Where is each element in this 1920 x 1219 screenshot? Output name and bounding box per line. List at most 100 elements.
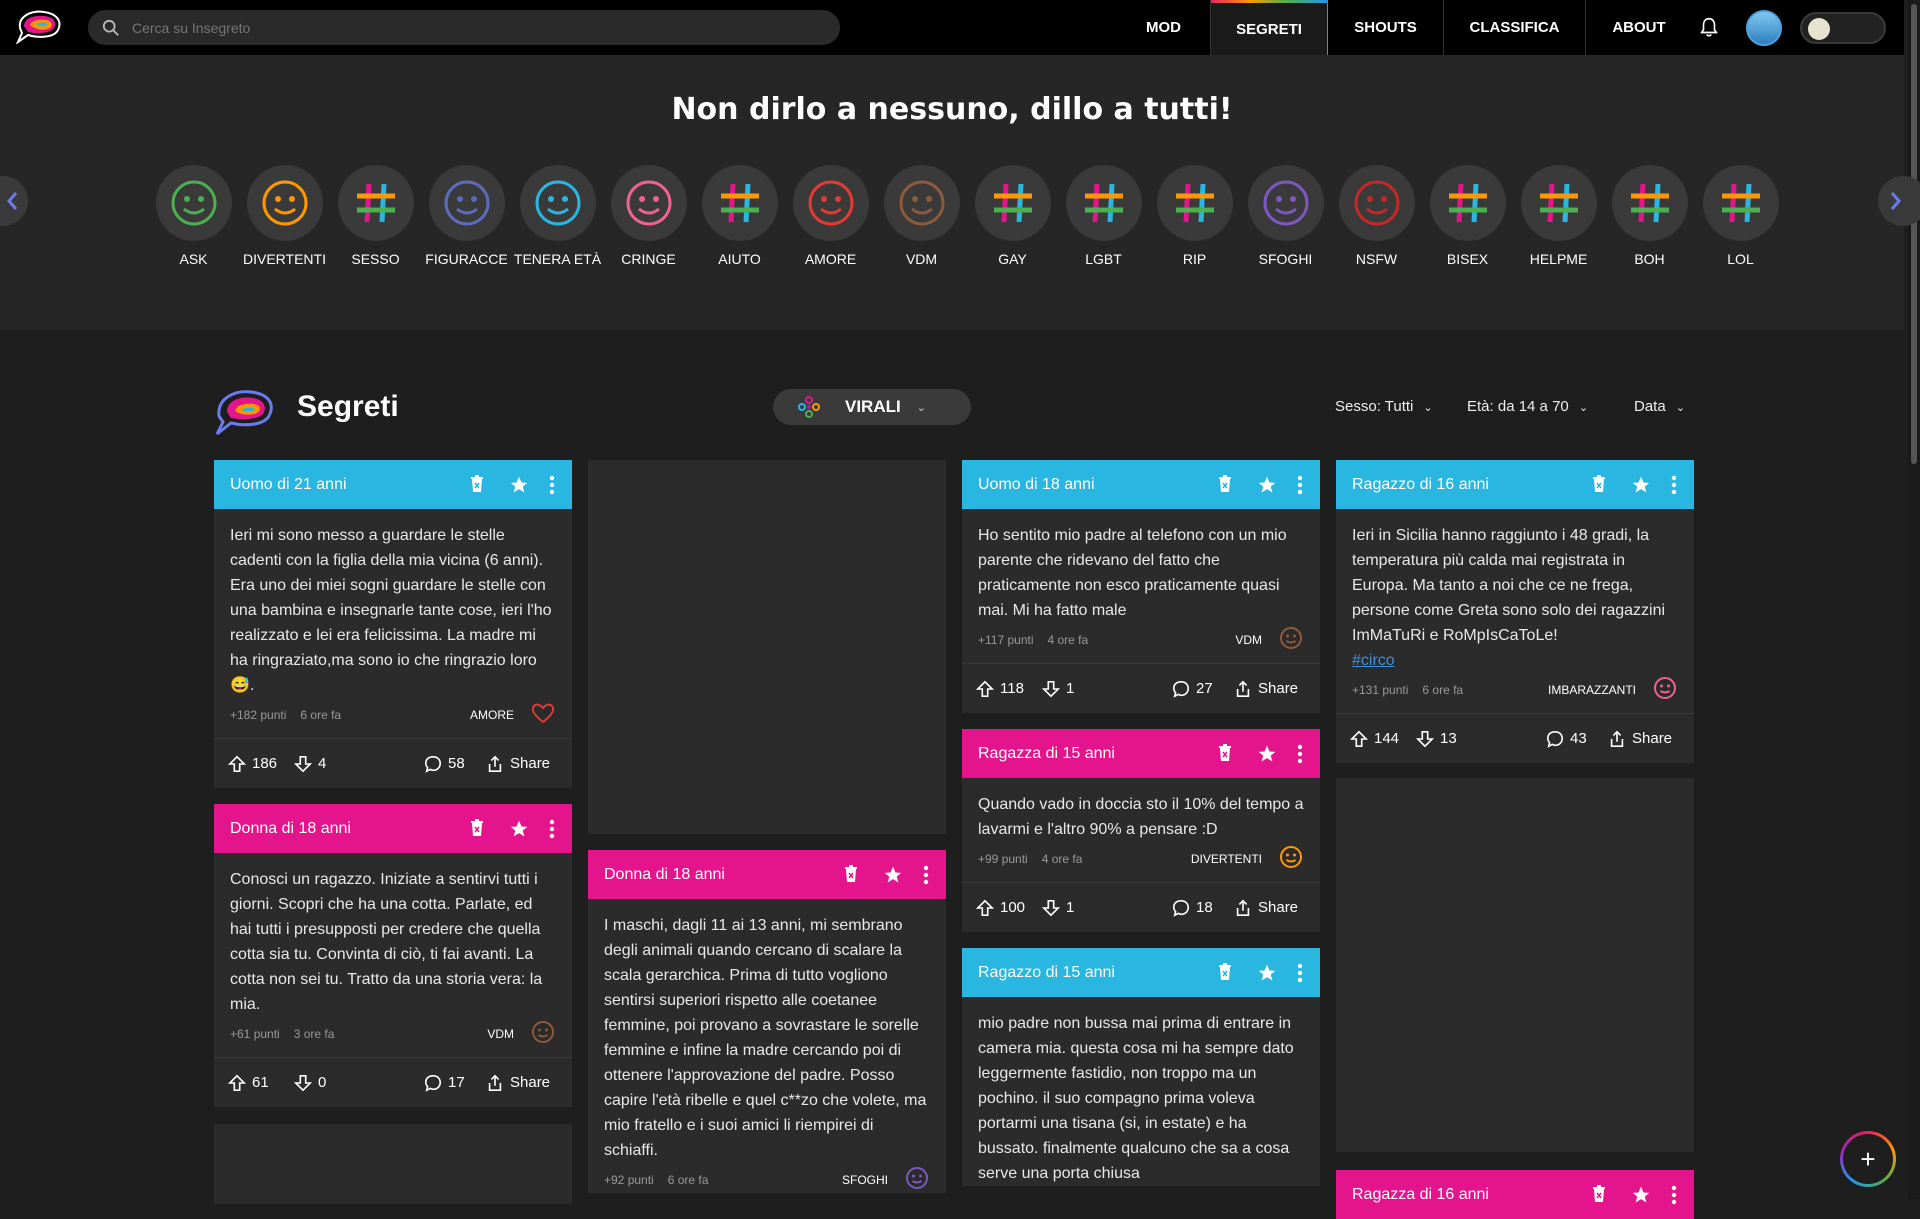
star-icon[interactable] <box>509 819 529 839</box>
more-options-icon[interactable] <box>1297 744 1303 764</box>
more-options-icon[interactable] <box>1297 475 1303 495</box>
nav-segreti[interactable]: SEGRETI <box>1211 0 1328 55</box>
delete-icon[interactable] <box>1217 475 1237 495</box>
post-text-content: Conosci un ragazzo. Iniziate a sentirvi … <box>230 871 543 1013</box>
upvote-button[interactable]: 186 <box>228 755 277 773</box>
nav-mod[interactable]: MOD <box>1117 0 1211 55</box>
category-nsfw[interactable]: NSFW <box>1331 165 1422 267</box>
comments-button[interactable]: 27 <box>1172 680 1213 698</box>
delete-icon[interactable] <box>1591 1185 1611 1205</box>
star-icon[interactable] <box>1257 963 1277 983</box>
share-button[interactable]: Share <box>486 1074 550 1092</box>
filter-sesso[interactable]: Sesso: Tutti ⌄ <box>1335 398 1433 415</box>
post-category[interactable]: VDM <box>487 1027 514 1041</box>
post-category[interactable]: SFOGHI <box>842 1173 888 1187</box>
filter-eta[interactable]: Età: da 14 a 70 ⌄ <box>1467 398 1588 415</box>
more-options-icon[interactable] <box>549 475 555 495</box>
comments-button[interactable]: 43 <box>1546 730 1587 748</box>
upvote-button[interactable]: 118 <box>976 680 1024 698</box>
nav-classifica[interactable]: CLASSIFICA <box>1444 0 1586 55</box>
category-boh[interactable]: BOH <box>1604 165 1695 267</box>
share-button[interactable]: Share <box>1234 899 1298 917</box>
carousel-prev-button[interactable] <box>0 176 28 226</box>
share-button[interactable]: Share <box>486 755 550 773</box>
star-icon[interactable] <box>1257 744 1277 764</box>
comments-button[interactable]: 58 <box>424 755 465 773</box>
category-vdm[interactable]: VDM <box>876 165 967 267</box>
search-input[interactable] <box>132 19 812 36</box>
post-category[interactable]: AMORE <box>470 708 514 722</box>
more-options-icon[interactable] <box>1671 1185 1677 1205</box>
share-button[interactable]: Share <box>1608 730 1672 748</box>
category-helpme[interactable]: HELPME <box>1513 165 1604 267</box>
comments-button[interactable]: 17 <box>424 1074 465 1092</box>
category-lol[interactable]: LOL <box>1695 165 1786 267</box>
hashtag-link[interactable]: #circo <box>1352 652 1395 669</box>
category-lgbt[interactable]: LGBT <box>1058 165 1149 267</box>
star-icon[interactable] <box>1631 1185 1651 1205</box>
delete-icon[interactable] <box>1217 963 1237 983</box>
delete-icon[interactable] <box>1217 744 1237 764</box>
search-icon <box>102 19 119 36</box>
nav-shouts[interactable]: SHOUTS <box>1328 0 1444 55</box>
post-category[interactable]: DIVERTENTI <box>1191 852 1262 866</box>
carousel-next-button[interactable] <box>1878 176 1920 226</box>
category-rip[interactable]: RIP <box>1149 165 1240 267</box>
filter-data[interactable]: Data ⌄ <box>1634 398 1685 415</box>
downvote-button[interactable]: 0 <box>294 1074 326 1092</box>
category-sfoghi[interactable]: SFOGHI <box>1240 165 1331 267</box>
top-bar: MOD SEGRETI SHOUTS CLASSIFICA ABOUT <box>0 0 1904 55</box>
post-points: +131 punti <box>1352 683 1409 697</box>
post-points: +117 punti <box>978 633 1034 647</box>
star-icon[interactable] <box>1631 475 1651 495</box>
avatar[interactable] <box>1746 10 1782 46</box>
star-icon[interactable] <box>883 865 903 885</box>
theme-toggle[interactable] <box>1800 12 1886 44</box>
category-amore[interactable]: AMORE <box>785 165 876 267</box>
post-meta: +182 punti 6 ore fa AMORE <box>214 698 572 728</box>
delete-icon[interactable] <box>469 475 489 495</box>
nav-about[interactable]: ABOUT <box>1586 0 1692 55</box>
star-icon[interactable] <box>1257 475 1277 495</box>
search-bar[interactable] <box>88 10 840 45</box>
delete-icon[interactable] <box>1591 475 1611 495</box>
downvote-button[interactable]: 13 <box>1416 730 1457 748</box>
category-bisex[interactable]: BISEX <box>1422 165 1513 267</box>
new-post-button[interactable]: + <box>1840 1131 1896 1187</box>
post-category[interactable]: VDM <box>1235 633 1262 647</box>
category-icon <box>155 165 232 241</box>
category-aiuto[interactable]: AIUTO <box>694 165 785 267</box>
category-cringe[interactable]: CRINGE <box>603 165 694 267</box>
category-label: BISEX <box>1446 251 1489 267</box>
downvote-button[interactable]: 4 <box>294 755 326 773</box>
category-label: VDM <box>905 251 938 267</box>
more-options-icon[interactable] <box>1671 475 1677 495</box>
downvote-button[interactable]: 1 <box>1042 680 1074 698</box>
category-teneraet[interactable]: TENERA ETÀ <box>512 165 603 267</box>
category-divertenti[interactable]: DIVERTENTI <box>239 165 330 267</box>
more-options-icon[interactable] <box>923 865 929 885</box>
insegreto-logo[interactable] <box>14 8 64 44</box>
upvote-button[interactable]: 144 <box>1350 730 1399 748</box>
more-options-icon[interactable] <box>1297 963 1303 983</box>
category-ask[interactable]: ASK <box>148 165 239 267</box>
downvote-count: 1 <box>1066 680 1075 697</box>
share-button[interactable]: Share <box>1234 680 1298 698</box>
downvote-button[interactable]: 1 <box>1042 899 1074 917</box>
delete-icon[interactable] <box>469 819 489 839</box>
category-sesso[interactable]: SESSO <box>330 165 421 267</box>
post-actions: 100 1 18 Share <box>962 882 1320 932</box>
delete-icon[interactable] <box>843 865 863 885</box>
scrollbar-thumb[interactable] <box>1911 4 1917 464</box>
category-gay[interactable]: GAY <box>967 165 1058 267</box>
bell-icon[interactable] <box>1698 16 1720 38</box>
post-header: Uomo di 21 anni <box>214 460 572 509</box>
more-options-icon[interactable] <box>549 819 555 839</box>
upvote-button[interactable]: 100 <box>976 899 1025 917</box>
sort-dropdown[interactable]: VIRALI ⌄ <box>773 389 971 425</box>
upvote-button[interactable]: 61 <box>228 1074 269 1092</box>
category-figuracce[interactable]: FIGURACCE <box>421 165 512 267</box>
comments-button[interactable]: 18 <box>1172 899 1213 917</box>
star-icon[interactable] <box>509 475 529 495</box>
post-category[interactable]: IMBARAZZANTI <box>1548 683 1636 697</box>
